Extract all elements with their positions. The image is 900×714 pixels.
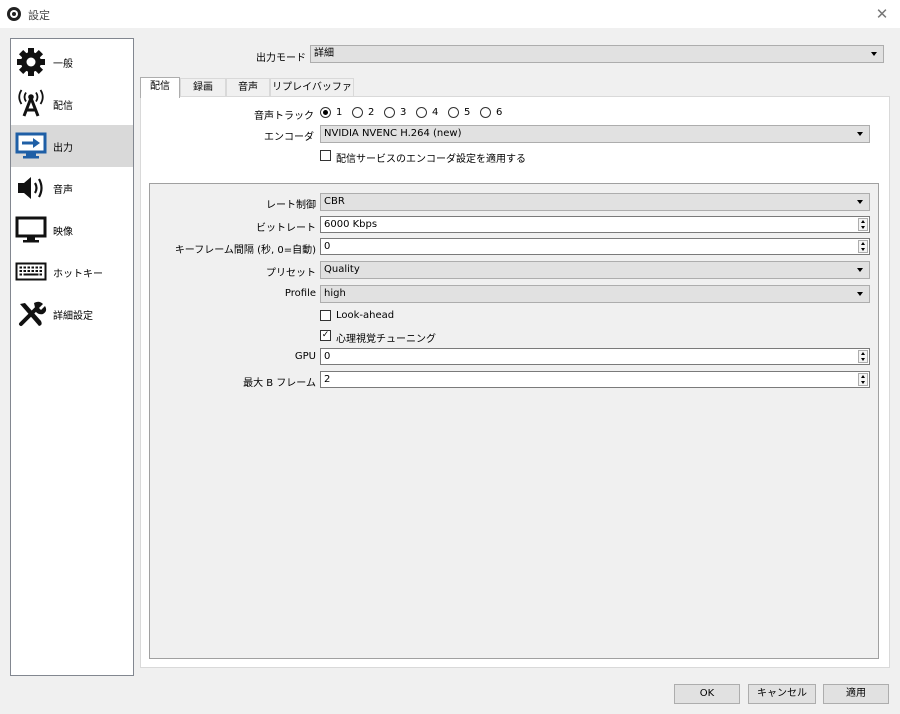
look-ahead-checkbox[interactable] bbox=[320, 310, 331, 321]
tab-recording[interactable]: 録画 bbox=[180, 78, 226, 97]
output-mode-dropdown[interactable]: 詳細 bbox=[310, 45, 884, 63]
gpu-spinbox[interactable]: 0 bbox=[320, 348, 870, 365]
encoder-value: NVIDIA NVENC H.264 (new) bbox=[324, 128, 462, 139]
audio-track-option-label: 5 bbox=[464, 107, 471, 118]
chevron-down-icon bbox=[857, 268, 863, 272]
sidebar-item-label: 一般 bbox=[53, 58, 73, 70]
sidebar-item-label: 音声 bbox=[53, 184, 73, 196]
rate-control-dropdown[interactable]: CBR bbox=[320, 193, 870, 211]
rate-control-label: レート制御 bbox=[266, 200, 316, 211]
gpu-value: 0 bbox=[324, 351, 331, 362]
audio-track-option-label: 2 bbox=[368, 107, 375, 118]
apply-button[interactable]: 適用 bbox=[823, 684, 889, 704]
audio-track-radio-1[interactable] bbox=[320, 107, 331, 118]
sidebar-item-video[interactable]: 映像 bbox=[11, 209, 133, 251]
bitrate-label: ビットレート bbox=[256, 223, 316, 234]
ok-button[interactable]: OK bbox=[674, 684, 740, 704]
preset-value: Quality bbox=[324, 264, 360, 275]
audio-track-option-label: 1 bbox=[336, 107, 343, 118]
tab-stream[interactable]: 配信 bbox=[140, 77, 180, 98]
max-b-frames-value: 2 bbox=[324, 374, 331, 385]
chevron-down-icon bbox=[857, 200, 863, 204]
window-title: 設定 bbox=[28, 9, 50, 22]
sidebar-item-label: ホットキー bbox=[53, 268, 103, 280]
output-mode-value: 詳細 bbox=[314, 48, 334, 59]
tools-icon bbox=[14, 299, 48, 329]
audio-track-radio-4[interactable] bbox=[416, 107, 427, 118]
sidebar-item-label: 出力 bbox=[53, 142, 73, 154]
audio-track-option-label: 3 bbox=[400, 107, 407, 118]
audio-track-option-label: 6 bbox=[496, 107, 503, 118]
cancel-button[interactable]: キャンセル bbox=[748, 684, 816, 704]
keyframe-interval-label: キーフレーム間隔 (秒, 0=自動) bbox=[174, 245, 316, 256]
apply-service-settings-label: 配信サービスのエンコーダ設定を適用する bbox=[336, 154, 526, 165]
bitrate-value: 6000 Kbps bbox=[324, 219, 378, 230]
keyframe-interval-value: 0 bbox=[324, 241, 331, 252]
psycho-visual-tuning-checkbox[interactable]: ✓ bbox=[320, 330, 331, 341]
spin-arrows-icon[interactable] bbox=[858, 240, 868, 253]
max-b-frames-label: 最大 B フレーム bbox=[243, 378, 316, 389]
monitor-icon bbox=[14, 215, 48, 245]
apply-service-settings-checkbox[interactable] bbox=[320, 150, 331, 161]
broadcast-antenna-icon bbox=[14, 89, 48, 119]
encoder-dropdown[interactable]: NVIDIA NVENC H.264 (new) bbox=[320, 125, 870, 143]
preset-label: プリセット bbox=[266, 268, 316, 279]
settings-sidebar: 一般 配信 出力 音声 映像 ホットキー 詳細設定 bbox=[10, 38, 134, 676]
encoder-label: エンコーダ bbox=[264, 132, 314, 143]
sidebar-item-label: 詳細設定 bbox=[53, 310, 93, 322]
audio-track-option-label: 4 bbox=[432, 107, 439, 118]
chevron-down-icon bbox=[857, 132, 863, 136]
audio-track-radio-5[interactable] bbox=[448, 107, 459, 118]
sidebar-item-advanced[interactable]: 詳細設定 bbox=[11, 293, 133, 335]
rate-control-value: CBR bbox=[324, 196, 345, 207]
close-icon[interactable]: ✕ bbox=[872, 4, 892, 24]
look-ahead-label: Look-ahead bbox=[336, 310, 395, 321]
audio-track-label: 音声トラック bbox=[254, 111, 314, 122]
profile-dropdown[interactable]: high bbox=[320, 285, 870, 303]
sidebar-item-general[interactable]: 一般 bbox=[11, 41, 133, 83]
sidebar-item-label: 映像 bbox=[53, 226, 73, 238]
chevron-down-icon bbox=[871, 52, 877, 56]
spin-arrows-icon[interactable] bbox=[858, 350, 868, 363]
sidebar-item-output[interactable]: 出力 bbox=[11, 125, 133, 167]
audio-track-radio-6[interactable] bbox=[480, 107, 491, 118]
gpu-label: GPU bbox=[294, 351, 316, 362]
keyframe-interval-spinbox[interactable]: 0 bbox=[320, 238, 870, 255]
audio-track-radio-2[interactable] bbox=[352, 107, 363, 118]
output-mode-label: 出力モード bbox=[256, 53, 306, 64]
sidebar-item-hotkeys[interactable]: ホットキー bbox=[11, 251, 133, 293]
gear-icon bbox=[14, 47, 48, 77]
tab-replay-buffer[interactable]: リプレイバッファ bbox=[270, 78, 354, 97]
audio-track-radio-3[interactable] bbox=[384, 107, 395, 118]
bitrate-spinbox[interactable]: 6000 Kbps bbox=[320, 216, 870, 233]
speaker-icon bbox=[14, 173, 48, 203]
profile-label: Profile bbox=[284, 288, 316, 299]
keyboard-icon bbox=[14, 257, 48, 287]
spin-arrows-icon[interactable] bbox=[858, 373, 868, 386]
obs-logo-icon bbox=[7, 7, 21, 21]
preset-dropdown[interactable]: Quality bbox=[320, 261, 870, 279]
monitor-output-icon bbox=[14, 131, 48, 161]
sidebar-item-label: 配信 bbox=[53, 100, 73, 112]
sidebar-item-stream[interactable]: 配信 bbox=[11, 83, 133, 125]
spin-arrows-icon[interactable] bbox=[858, 218, 868, 231]
profile-value: high bbox=[324, 288, 346, 299]
sidebar-item-audio[interactable]: 音声 bbox=[11, 167, 133, 209]
chevron-down-icon bbox=[857, 292, 863, 296]
psycho-visual-tuning-label: 心理視覚チューニング bbox=[336, 334, 436, 345]
tab-audio[interactable]: 音声 bbox=[226, 78, 270, 97]
title-bar: 設定 ✕ bbox=[0, 0, 900, 28]
max-b-frames-spinbox[interactable]: 2 bbox=[320, 371, 870, 388]
